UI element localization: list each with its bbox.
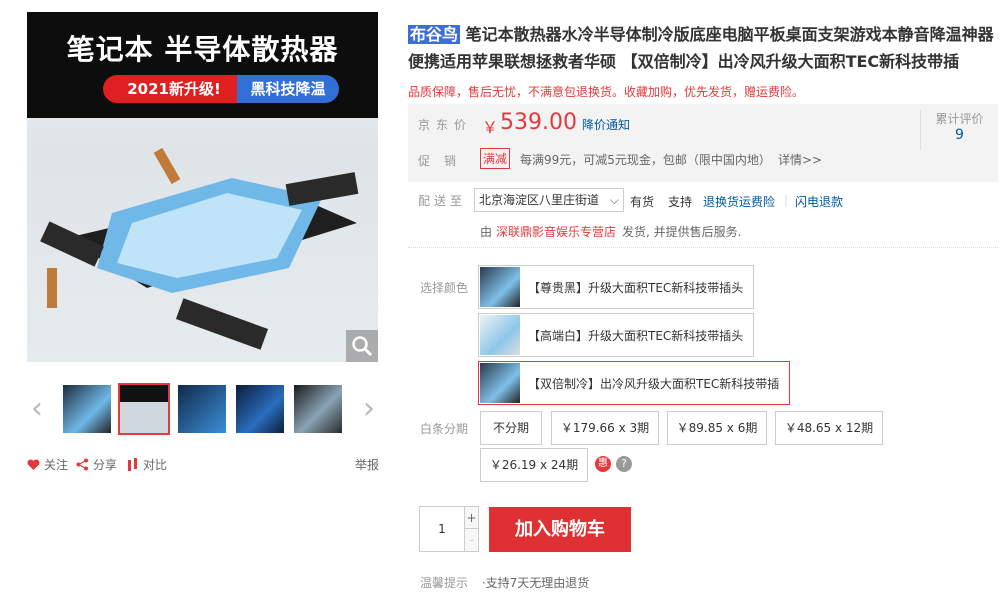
image-headline: 笔记本 半导体散热器 xyxy=(66,33,339,66)
chevron-left-icon[interactable]: ‹ xyxy=(27,394,47,424)
price-value: 539.00 xyxy=(500,110,577,135)
installment-option[interactable]: 不分期 xyxy=(480,411,542,445)
seller-suffix: 发货, 并提供售后服务. xyxy=(622,225,742,239)
increase-button[interactable]: + xyxy=(464,507,478,529)
chevron-right-icon[interactable]: › xyxy=(359,394,379,424)
color-label: 选择颜色 xyxy=(420,281,469,295)
seller-link[interactable]: 深联鼎影音娱乐专营店 xyxy=(496,223,616,240)
service-fast-refund[interactable]: 闪电退款 xyxy=(795,193,843,210)
color-option-label: 【尊贵黑】升级大面积TEC新科技带插头 xyxy=(528,280,744,295)
report-link[interactable]: 举报 xyxy=(355,456,379,473)
compare-button[interactable]: 对比 xyxy=(127,456,167,473)
purchase-tips: 温馨提示 ·支持7天无理由退货 xyxy=(420,574,589,591)
installment-option[interactable]: ￥48.65 x 12期 xyxy=(775,411,883,445)
compare-icon xyxy=(128,457,137,471)
thumbnail-strip: ‹ › xyxy=(27,380,379,438)
promo-text: 每满99元，可减5元现金，包邮（限中国内地） xyxy=(520,153,771,167)
address-selector[interactable]: 北京海淀区八里庄街道 ⌵ xyxy=(474,188,624,212)
product-page: 笔记本 半导体散热器 2021新升级! 黑科技降温 ‹ › 关注 分享 对比 举… xyxy=(0,0,1005,603)
color-option[interactable]: 【高端白】升级大面积TEC新科技带插头 xyxy=(478,313,755,357)
seller-prefix: 由 xyxy=(480,225,493,239)
price-label: 京东价 xyxy=(418,118,473,132)
reviews-summary[interactable]: 累计评价 9 xyxy=(920,110,998,150)
report-label: 举报 xyxy=(355,458,380,472)
promo-details-link[interactable]: 详情>> xyxy=(778,151,822,168)
color-thumb xyxy=(480,363,520,403)
stock-status: 有货 xyxy=(630,195,655,209)
zoom-button[interactable] xyxy=(346,330,378,362)
share-button[interactable]: 分享 xyxy=(76,456,117,473)
thumbnail[interactable] xyxy=(292,383,344,435)
product-title: 布谷鸟 笔记本散热器水冷半导体制冷版底座电脑平板桌面支架游戏本静音降温神器便携适… xyxy=(408,21,998,75)
price-notice-link[interactable]: 降价通知 xyxy=(582,116,630,133)
thumbnail[interactable] xyxy=(176,383,228,435)
image-badge-new: 2021新升级! xyxy=(103,75,245,103)
quantity-input[interactable]: 1 xyxy=(420,507,464,551)
quantity-stepper: 1 + - xyxy=(419,506,479,552)
magnifier-icon xyxy=(352,336,373,357)
divider: | xyxy=(784,193,789,207)
add-to-cart-button[interactable]: 加入购物车 xyxy=(489,507,631,552)
thumbnail[interactable] xyxy=(234,383,286,435)
chevron-down-icon: ⌵ xyxy=(609,193,619,207)
thumbnail[interactable] xyxy=(61,383,113,435)
address-text: 北京海淀区八里庄街道 xyxy=(479,193,600,207)
color-option-label: 【高端白】升级大面积TEC新科技带插头 xyxy=(528,328,744,343)
heart-icon xyxy=(27,458,40,470)
color-option-label: 【双倍制冷】出冷风升级大面积TEC新科技带插 xyxy=(528,376,780,391)
installment-label: 白条分期 xyxy=(420,422,469,436)
installment-option[interactable]: ￥89.85 x 6期 xyxy=(667,411,767,445)
promo-label: 促销 xyxy=(418,154,471,168)
product-actions: 关注 分享 对比 举报 xyxy=(27,456,379,474)
price-box: 京东价 ￥ 539.00 降价通知 累计评价 9 促销 满减 每满99元，可减5… xyxy=(408,104,998,182)
share-label: 分享 xyxy=(93,458,118,472)
color-thumb xyxy=(480,267,520,307)
compare-label: 对比 xyxy=(143,458,168,472)
promo-tag: 满减 xyxy=(480,148,511,169)
installment-option[interactable]: ￥179.66 x 3期 xyxy=(551,411,659,445)
image-badge-tech: 黑科技降温 xyxy=(237,75,339,103)
delivery-label: 配送至 xyxy=(418,194,467,208)
product-slogan: 品质保障，售后无忧，不满意包退换货。收藏加购，优先发货，赠运费险。 xyxy=(408,85,805,99)
share-icon xyxy=(76,458,88,471)
reviews-count: 9 xyxy=(955,127,964,143)
cooler-illustration xyxy=(40,147,359,350)
main-product-image[interactable]: 笔记本 半导体散热器 2021新升级! 黑科技降温 xyxy=(27,12,378,362)
follow-label: 关注 xyxy=(44,458,69,472)
color-option-selected[interactable]: 【双倍制冷】出冷风升级大面积TEC新科技带插 xyxy=(478,361,791,405)
service-freight-insurance[interactable]: 退换货运费险 xyxy=(703,193,775,210)
decrease-button[interactable]: - xyxy=(464,529,478,551)
support-label: 支持 xyxy=(668,195,693,209)
discount-badge: 惠 xyxy=(595,456,611,472)
follow-button[interactable]: 关注 xyxy=(27,456,68,473)
installment-option[interactable]: ￥26.19 x 24期 xyxy=(480,448,588,482)
color-option[interactable]: 【尊贵黑】升级大面积TEC新科技带插头 xyxy=(478,265,755,309)
currency-symbol: ￥ xyxy=(482,118,499,137)
delivery-section: 配送至 北京海淀区八里庄街道 ⌵ 有货 支持 退换货运费险 | 闪电退款 由 深… xyxy=(408,188,998,248)
brand-name[interactable]: 布谷鸟 xyxy=(408,25,461,44)
tips-value: ·支持7天无理由退货 xyxy=(481,576,590,590)
reviews-label: 累计评价 xyxy=(935,112,984,126)
help-icon[interactable]: ? xyxy=(616,456,632,472)
color-thumb xyxy=(480,315,520,355)
tips-label: 温馨提示 xyxy=(420,576,469,590)
product-title-text: 笔记本散热器水冷半导体制冷版底座电脑平板桌面支架游戏本静音降温神器便携适用苹果联… xyxy=(408,25,994,71)
thumbnail-active[interactable] xyxy=(118,383,170,435)
